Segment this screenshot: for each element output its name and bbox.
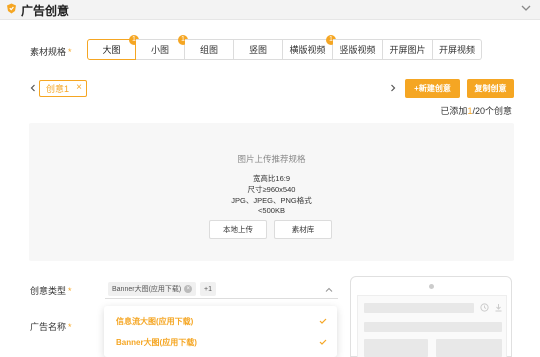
material-spec-segmented: 大图 1 小图 1 组图 竖图 横版视频 1 竖版视频 开屏图片 开屏视频 xyxy=(87,35,482,60)
copy-creative-button[interactable]: 复制创意 xyxy=(467,79,514,98)
shield-icon xyxy=(7,3,16,14)
spec-option-label: 开屏视频 xyxy=(438,45,475,55)
spec-option-label: 大图 xyxy=(102,45,121,55)
phone-camera xyxy=(429,284,434,289)
material-library-button[interactable]: 素材库 xyxy=(274,220,332,239)
placeholder-bar xyxy=(364,322,502,332)
spec-option-group-image[interactable]: 组图 xyxy=(185,39,234,60)
upload-max-size: <500KB xyxy=(258,206,285,215)
creative-tab-chip[interactable]: 创意1 × xyxy=(39,80,87,97)
creative-counter: 已添加1/20个创意 xyxy=(440,104,512,117)
download-icon xyxy=(495,304,502,312)
placeholder-block xyxy=(364,339,428,357)
material-spec-text: 素材规格 xyxy=(30,47,67,57)
spec-option-label: 竖版视频 xyxy=(339,45,376,55)
dropdown-option-label: Banner大图(应用下载) xyxy=(116,337,197,347)
spec-option-label: 组图 xyxy=(199,45,218,55)
counter-prefix: 已添加 xyxy=(440,106,468,116)
image-upload-area[interactable]: 图片上传推荐规格 宽高比16:9 尺寸≥960x540 JPG、JPEG、PNG… xyxy=(29,123,514,261)
check-icon xyxy=(319,339,327,345)
spec-option-label: 开屏图片 xyxy=(389,45,426,55)
dropdown-option[interactable]: Banner大图(应用下载) xyxy=(104,332,337,352)
more-tag: +1 xyxy=(200,282,216,296)
creative-type-select[interactable]: Banner大图(应用下载) × +1 xyxy=(105,280,338,299)
phone-screen xyxy=(357,295,507,357)
spec-option-small-image[interactable]: 小图 1 xyxy=(136,35,188,60)
creative-type-label: 创意类型 * xyxy=(30,284,72,297)
counter-total: 20 xyxy=(474,106,485,116)
material-spec-label: 素材规格 * xyxy=(30,45,72,58)
dropdown-option[interactable]: 信息流大图(应用下载) xyxy=(104,311,337,331)
chevron-right-icon[interactable] xyxy=(389,84,397,92)
spec-option-label: 竖图 xyxy=(248,45,267,55)
selected-tag: Banner大图(应用下载) × xyxy=(108,282,197,296)
spec-option-vertical-video[interactable]: 竖版视频 xyxy=(333,39,383,60)
required-mark: * xyxy=(68,47,72,57)
spec-option-vertical-image[interactable]: 竖图 xyxy=(234,39,283,60)
chevron-down-icon[interactable] xyxy=(521,3,531,13)
tag-close-icon[interactable]: × xyxy=(184,285,193,293)
placeholder-bar xyxy=(364,303,474,313)
required-mark: * xyxy=(68,322,72,332)
spec-option-label: 小图 xyxy=(150,45,169,55)
spec-option-splash-image[interactable]: 开屏图片 xyxy=(383,39,433,60)
ad-name-text: 广告名称 xyxy=(30,322,67,332)
clock-icon xyxy=(480,303,489,312)
selected-tag-label: Banner大图(应用下载) xyxy=(112,286,182,293)
chevron-up-icon[interactable] xyxy=(325,286,333,294)
ad-name-label: 广告名称 * xyxy=(30,320,72,333)
upload-formats: JPG、JPEG、PNG格式 xyxy=(231,196,312,205)
check-icon xyxy=(319,318,327,324)
spec-option-large-image[interactable]: 大图 1 xyxy=(87,35,139,60)
spec-option-horizontal-video[interactable]: 横版视频 1 xyxy=(283,35,336,60)
new-creative-button[interactable]: +新建创意 xyxy=(405,79,460,98)
required-mark: * xyxy=(68,286,72,296)
placeholder-block xyxy=(436,339,502,357)
spec-option-label: 横版视频 xyxy=(289,45,326,55)
section-title: 广告创意 xyxy=(21,4,70,18)
chevron-left-icon[interactable] xyxy=(29,84,37,92)
upload-title: 图片上传推荐规格 xyxy=(237,154,306,164)
close-icon[interactable]: × xyxy=(76,82,82,93)
creative-type-dropdown: 信息流大图(应用下载) Banner大图(应用下载) xyxy=(104,306,337,357)
spec-option-splash-video[interactable]: 开屏视频 xyxy=(433,39,482,60)
section-header: 广告创意 xyxy=(0,0,540,20)
local-upload-button[interactable]: 本地上传 xyxy=(209,220,267,239)
upload-size: 尺寸≥960x540 xyxy=(247,185,296,194)
creative-type-text: 创意类型 xyxy=(30,286,67,296)
counter-suffix: 个创意 xyxy=(484,106,512,116)
creative-tab-label: 创意1 xyxy=(46,84,70,94)
dropdown-option-label: 信息流大图(应用下载) xyxy=(116,316,194,326)
upload-ratio: 宽高比16:9 xyxy=(252,174,291,183)
phone-preview xyxy=(350,276,512,357)
